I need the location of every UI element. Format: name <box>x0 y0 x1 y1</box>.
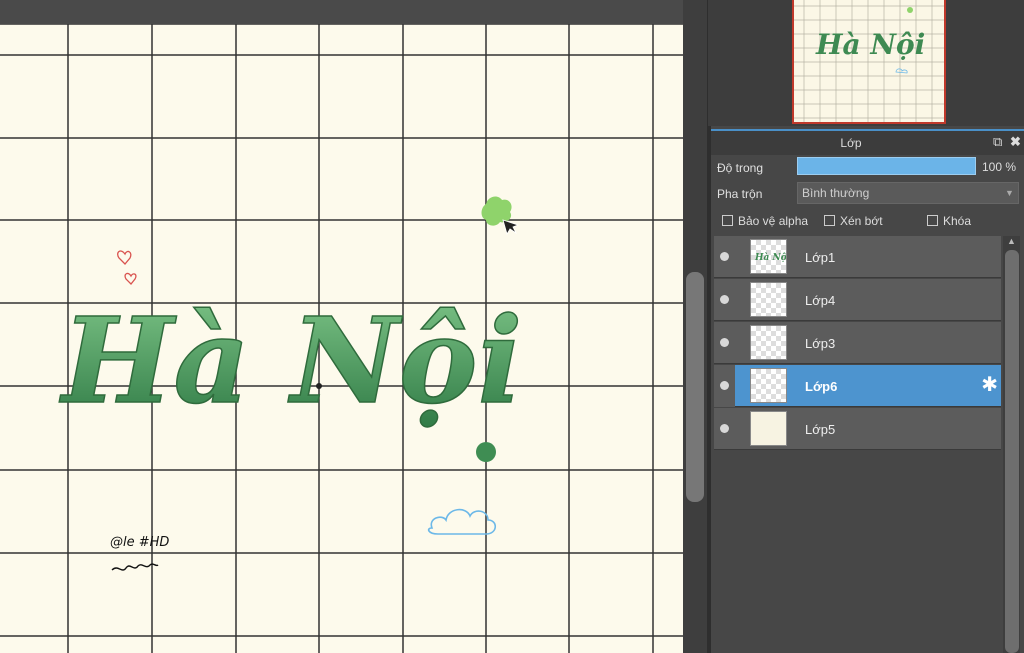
paper[interactable]: Hà Nội @le #HD <box>0 24 683 653</box>
opacity-slider[interactable] <box>797 157 976 175</box>
layer-thumbnail <box>750 411 787 446</box>
protect-alpha-checkbox[interactable] <box>722 215 733 226</box>
blend-mode-select[interactable]: Bình thường <box>797 182 1019 204</box>
opacity-value: 100 % <box>982 160 1017 174</box>
ink-dot <box>316 383 322 389</box>
lock-checkbox[interactable] <box>927 215 938 226</box>
layer-panel-title: Lớp <box>840 136 862 150</box>
eye-icon[interactable] <box>720 252 729 261</box>
signature: @le #HD <box>110 535 169 550</box>
layer-row[interactable]: Lớp4 <box>714 279 1001 321</box>
eye-icon[interactable] <box>720 338 729 347</box>
layer-row[interactable]: Hà Nội Lớp1 <box>714 236 1001 278</box>
gear-icon[interactable]: ✱ <box>981 374 998 396</box>
svg-text:Hà Nội: Hà Nội <box>754 252 786 263</box>
drawing-canvas[interactable]: Hà Nội @le #HD <box>0 0 683 653</box>
layer-thumbnail: Hà Nội <box>750 239 787 274</box>
layer-thumbnail <box>750 368 787 403</box>
clipping-checkbox[interactable] <box>824 215 835 226</box>
popout-icon[interactable]: ⧉ <box>993 134 1002 150</box>
clipping-label: Xén bớt <box>840 214 883 228</box>
layer-name: Lớp6 <box>805 379 838 394</box>
artwork-layer: Hà Nội @le #HD <box>58 196 523 571</box>
heart-doodle <box>124 272 137 285</box>
layer-row[interactable]: Lớp3 <box>714 322 1001 364</box>
cursor-icon <box>502 219 520 235</box>
layer-name: Lớp1 <box>805 250 836 265</box>
heart-doodle <box>117 250 132 265</box>
layer-row-selected[interactable]: Lớp6 ✱ <box>714 365 1001 407</box>
layer-row[interactable]: Lớp5 <box>714 408 1001 450</box>
layer-thumbnail <box>750 325 787 360</box>
navigator-grid: Hà Nội <box>794 0 944 122</box>
eye-icon[interactable] <box>720 424 729 433</box>
scroll-up-icon[interactable]: ▲ <box>1007 236 1016 246</box>
layer-panel-header: Lớp ⧉ ✖ <box>711 129 1024 155</box>
lock-label: Khóa <box>943 214 972 228</box>
layer-name: Lớp4 <box>805 293 836 308</box>
cloud-doodle <box>427 508 497 535</box>
navigator-title-preview: Hà Nội <box>815 28 925 61</box>
signature-scribble <box>111 563 159 571</box>
protect-alpha-label: Bảo vệ alpha <box>738 214 809 228</box>
layer-list-scroll-thumb[interactable] <box>1005 250 1019 653</box>
navigator-preview[interactable]: Hà Nội <box>792 0 946 124</box>
canvas-scroll-thumb[interactable] <box>686 272 704 502</box>
close-icon[interactable]: ✖ <box>1010 134 1021 150</box>
ink-dot <box>476 442 496 462</box>
opacity-label: Độ trong <box>717 161 764 175</box>
blend-mode-label: Pha trộn <box>717 187 763 201</box>
layer-thumbnail <box>750 282 787 317</box>
eye-icon[interactable] <box>720 295 729 304</box>
artwork-title: Hà Nội <box>59 291 522 430</box>
layer-name: Lớp5 <box>805 422 836 437</box>
chevron-down-icon[interactable]: ▼ <box>1005 188 1014 198</box>
layer-name: Lớp3 <box>805 336 836 351</box>
eye-icon[interactable] <box>720 381 729 390</box>
